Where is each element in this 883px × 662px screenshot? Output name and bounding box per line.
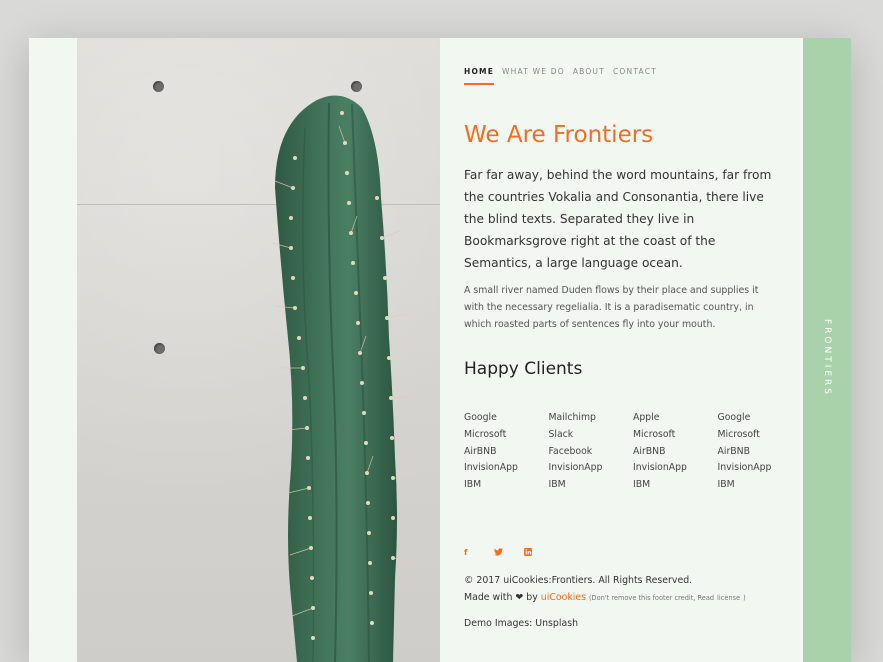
made-with-line: Made with ❤ by uiCookies (Don't remove t…	[464, 592, 746, 603]
main-content: HOME WHAT WE DO ABOUT CONTACT We Are Fro…	[464, 38, 794, 662]
body-paragraph: A small river named Duden flows by their…	[464, 285, 759, 330]
client-item[interactable]: IBM	[633, 477, 718, 494]
client-item[interactable]: AirBNB	[464, 444, 549, 461]
client-item[interactable]: Slack	[549, 427, 634, 444]
side-brand-label: FRONTIERS	[822, 318, 832, 398]
clients-heading: Happy Clients	[464, 359, 583, 379]
twitter-icon[interactable]	[494, 548, 524, 558]
clients-column: Apple Microsoft AirBNB InvisionApp IBM	[633, 410, 718, 494]
copyright-text: © 2017 uiCookies:Frontiers. All Rights R…	[464, 575, 693, 586]
top-nav: HOME WHAT WE DO ABOUT CONTACT	[464, 67, 665, 85]
nav-item-what-we-do[interactable]: WHAT WE DO	[502, 67, 565, 85]
lead-paragraph: Far far away, behind the word mountains,…	[464, 168, 772, 270]
cactus-illustration	[271, 95, 414, 662]
client-item[interactable]: Apple	[633, 410, 718, 427]
nav-item-contact[interactable]: CONTACT	[613, 67, 657, 85]
client-item[interactable]: IBM	[718, 477, 803, 494]
client-item[interactable]: Microsoft	[633, 427, 718, 444]
client-item[interactable]: InvisionApp	[549, 460, 634, 477]
client-item[interactable]: AirBNB	[718, 444, 803, 461]
client-item[interactable]: Facebook	[549, 444, 634, 461]
license-link[interactable]: license	[717, 594, 740, 602]
linkedin-icon[interactable]	[524, 548, 554, 558]
made-with-prefix: Made with	[464, 592, 513, 603]
client-item[interactable]: Microsoft	[718, 427, 803, 444]
credit-note-prefix: (Don't remove this footer credit, Read	[588, 594, 715, 602]
clients-column: Google Microsoft AirBNB InvisionApp IBM	[464, 410, 549, 494]
page-title: We Are Frontiers	[464, 122, 654, 148]
demo-images-credit: Demo Images: Unsplash	[464, 618, 579, 629]
client-item[interactable]: InvisionApp	[464, 460, 549, 477]
uicookies-link[interactable]: uiCookies	[541, 592, 586, 603]
nav-item-home[interactable]: HOME	[464, 67, 495, 85]
client-item[interactable]: AirBNB	[633, 444, 718, 461]
side-bar: FRONTIERS	[803, 38, 851, 662]
social-links: f	[464, 548, 554, 558]
client-item[interactable]: IBM	[464, 477, 549, 494]
client-item[interactable]: InvisionApp	[718, 460, 803, 477]
browser-frame: HOME WHAT WE DO ABOUT CONTACT We Are Fro…	[29, 38, 851, 662]
client-item[interactable]: InvisionApp	[633, 460, 718, 477]
clients-column: Google Microsoft AirBNB InvisionApp IBM	[718, 410, 803, 494]
made-with-by: by	[526, 592, 538, 603]
credit-note-suffix: )	[743, 594, 746, 602]
heart-icon: ❤	[515, 592, 524, 603]
clients-column: Mailchimp Slack Facebook InvisionApp IBM	[549, 410, 634, 494]
hero-photo-cactus	[77, 38, 440, 662]
client-item[interactable]: Mailchimp	[549, 410, 634, 427]
nav-item-about[interactable]: ABOUT	[573, 67, 605, 85]
client-item[interactable]: IBM	[549, 477, 634, 494]
clients-grid: Google Microsoft AirBNB InvisionApp IBM …	[464, 410, 802, 494]
client-item[interactable]: Google	[718, 410, 803, 427]
client-item[interactable]: Microsoft	[464, 427, 549, 444]
client-item[interactable]: Google	[464, 410, 549, 427]
facebook-icon[interactable]: f	[464, 548, 494, 558]
